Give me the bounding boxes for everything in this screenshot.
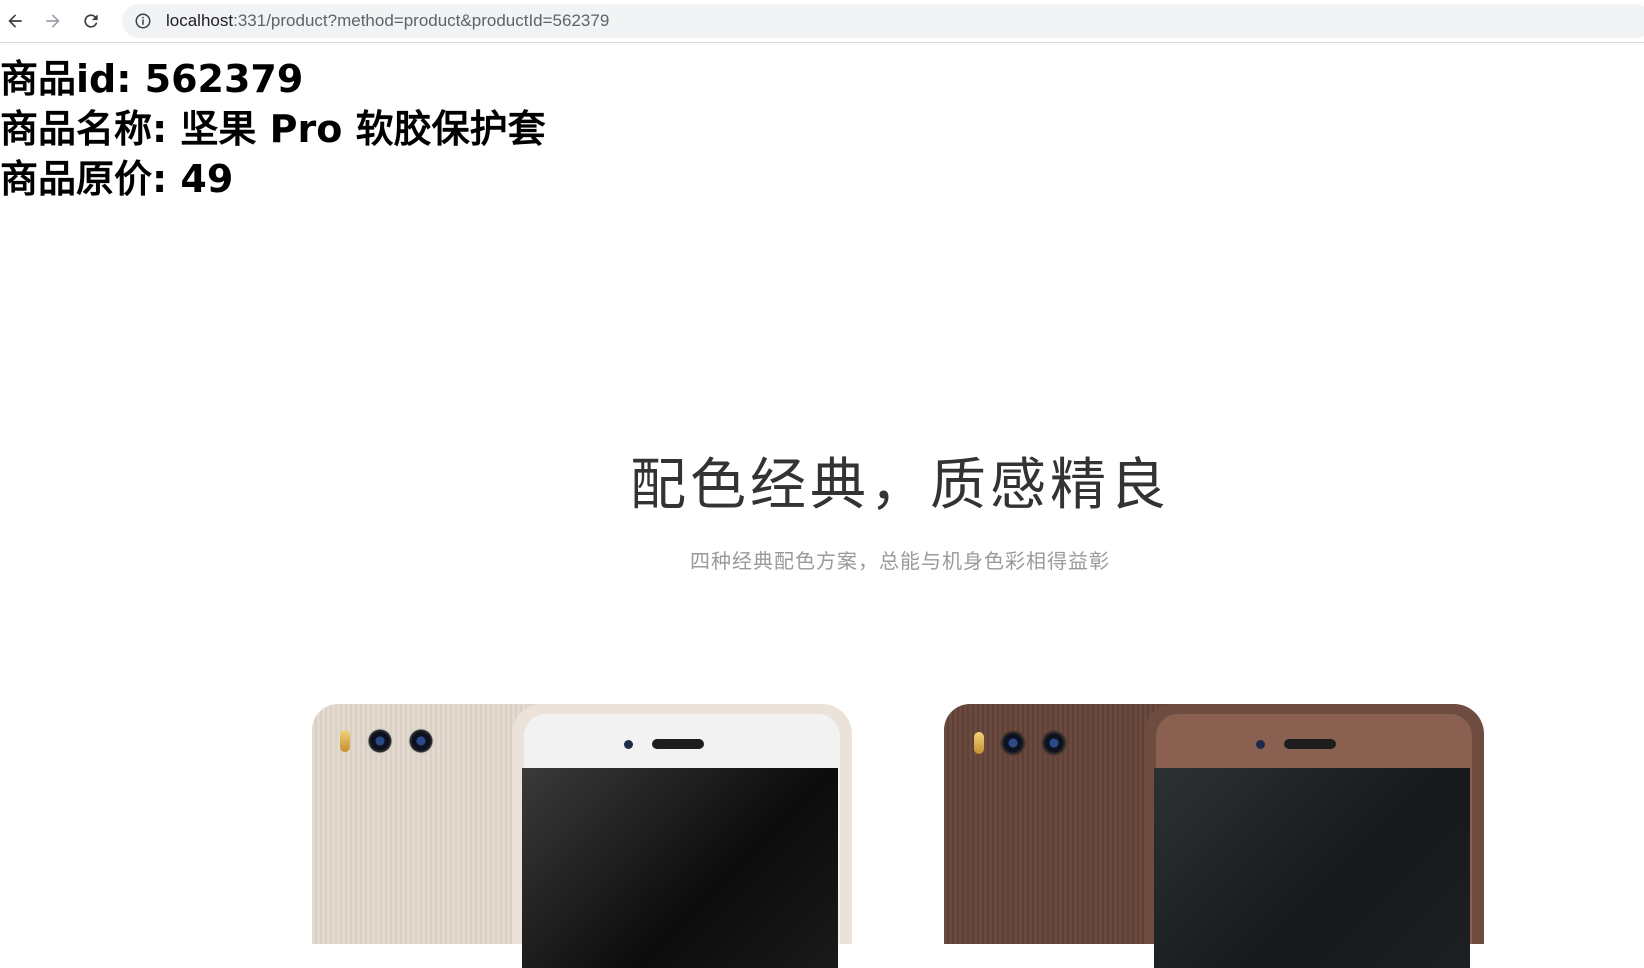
earpiece-icon [1284,739,1336,749]
reload-icon [84,14,98,28]
flash-icon [340,730,350,752]
reload-button[interactable] [78,8,104,34]
product-name-heading: 商品名称: 坚果 Pro 软胶保护套 [0,107,546,151]
earpiece-icon [652,739,704,749]
phone-screen [522,768,838,968]
front-camera-icon [624,740,633,749]
browser-toolbar: localhost:331/product?method=product&pro… [0,0,1644,43]
phone-case-brown-image [944,704,1484,968]
phone-front [522,714,840,968]
arrow-left-icon [8,14,22,28]
product-id-heading: 商品id: 562379 [0,57,304,101]
rear-camera-icon [367,728,393,754]
info-circle-icon[interactable] [134,12,152,30]
banner-headline: 配色经典，质感精良 [630,453,1170,518]
product-price-heading: 商品原价: 49 [0,157,234,201]
flash-icon [974,732,984,754]
phone-case-beige-image [312,704,852,968]
forward-button[interactable] [40,8,66,34]
rear-camera-icon [1041,730,1067,756]
phone-screen [1154,768,1470,968]
url-path: :331/product?method=product&productId=56… [233,11,610,30]
address-bar[interactable]: localhost:331/product?method=product&pro… [122,4,1644,38]
url-text[interactable]: localhost:331/product?method=product&pro… [166,4,609,38]
url-host: localhost [166,11,234,30]
banner-subline: 四种经典配色方案，总能与机身色彩相得益彰 [690,549,1110,573]
back-button[interactable] [2,8,28,34]
product-info: 商品id: 562379 商品名称: 坚果 Pro 软胶保护套 商品原价: 49 [0,54,546,204]
case-front [1144,704,1484,968]
front-camera-icon [1256,740,1265,749]
rear-camera-icon [1000,730,1026,756]
case-front [512,704,852,968]
arrow-right-icon [46,14,60,28]
phone-front [1154,714,1472,968]
rear-camera-icon [408,728,434,754]
